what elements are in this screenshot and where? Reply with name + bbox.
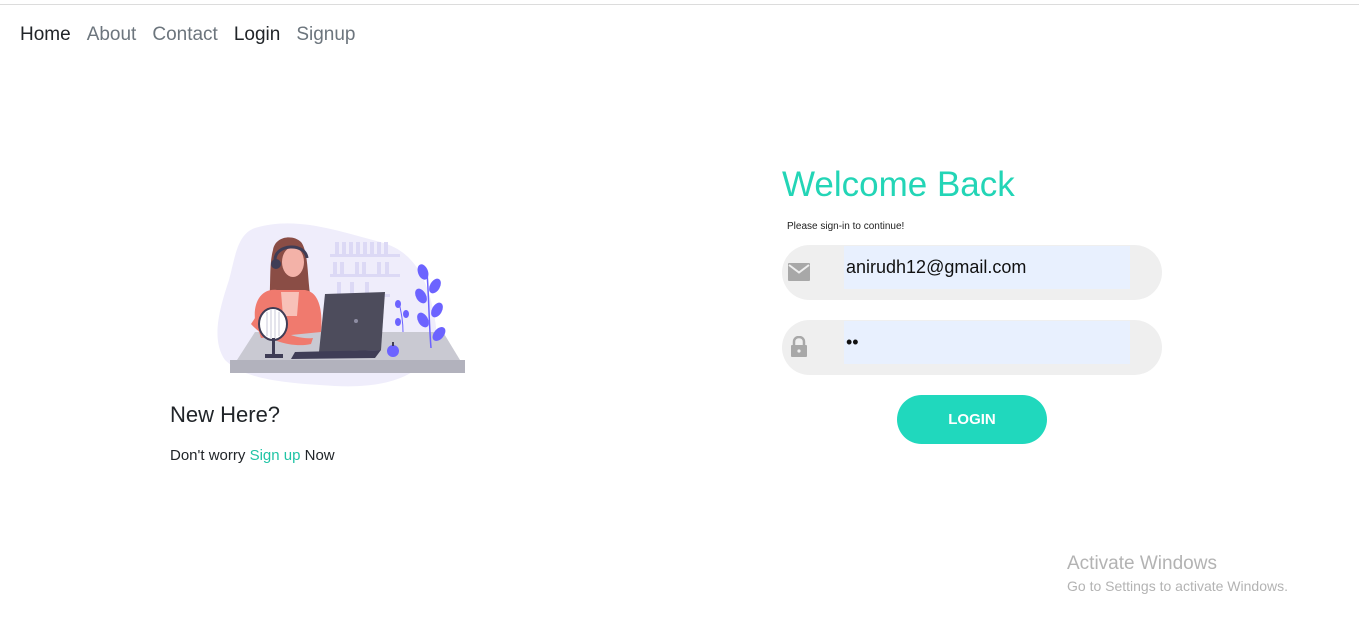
- signup-prompt-text-after: Now: [300, 447, 335, 464]
- signin-subtitle: Please sign-in to continue!: [787, 221, 905, 232]
- activate-windows-title: Activate Windows: [1067, 553, 1217, 574]
- woman-laptop-illustration: [217, 223, 465, 387]
- login-button[interactable]: LOGIN: [897, 395, 1047, 444]
- password-input[interactable]: [844, 321, 1130, 364]
- new-here-heading: New Here?: [170, 402, 281, 427]
- email-input[interactable]: [844, 246, 1130, 289]
- activate-windows-watermark: Activate Windows Go to Settings to activ…: [1067, 553, 1288, 594]
- nav-about-link[interactable]: About: [87, 24, 137, 46]
- signup-prompt-text-before: Don't worry: [170, 447, 250, 464]
- signup-link[interactable]: Sign up: [250, 447, 301, 464]
- envelope-icon: [786, 259, 812, 285]
- activate-windows-subtitle: Go to Settings to activate Windows.: [1067, 578, 1288, 594]
- nav-login-link[interactable]: Login: [234, 24, 281, 46]
- nav-signup-link[interactable]: Signup: [296, 24, 355, 46]
- password-field-container: [782, 320, 1162, 375]
- email-field-container: [782, 245, 1162, 300]
- signup-prompt: Don't worry Sign up Now: [170, 447, 335, 464]
- welcome-title: Welcome Back: [782, 165, 1015, 204]
- top-nav: Home About Contact Login Signup: [20, 24, 356, 46]
- nav-contact-link[interactable]: Contact: [152, 24, 217, 46]
- lock-icon: [786, 334, 812, 360]
- top-border: [0, 4, 1359, 5]
- nav-home-link[interactable]: Home: [20, 24, 71, 46]
